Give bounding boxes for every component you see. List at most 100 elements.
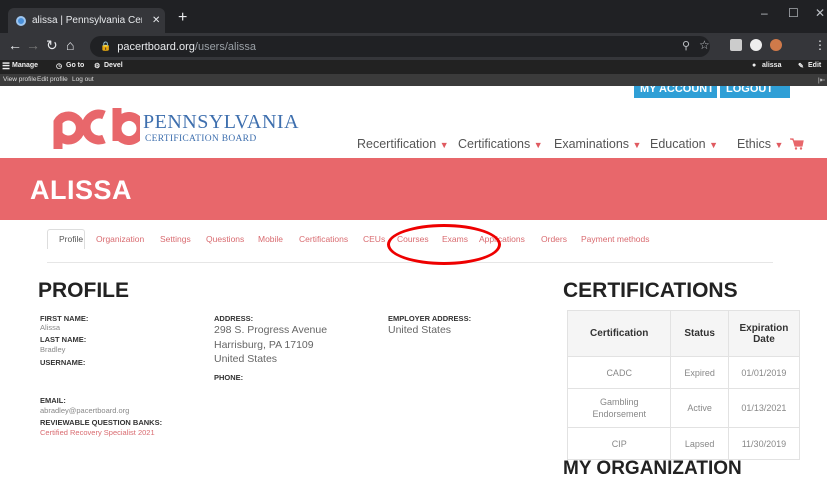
cert-status: Lapsed bbox=[670, 427, 729, 460]
address-label: ADDRESS: bbox=[214, 314, 254, 323]
browser-tab[interactable]: alissa | Pennsylvania Certification ✕ bbox=[8, 8, 165, 33]
username-label: USERNAME: bbox=[40, 358, 86, 367]
home-icon[interactable]: ⌂ bbox=[66, 37, 74, 53]
reload-icon[interactable]: ↻ bbox=[46, 37, 58, 54]
menu-kebab-icon[interactable]: ⋮ bbox=[814, 38, 826, 52]
address-bar[interactable]: 🔒 pacertboard.org/users/alissa bbox=[90, 36, 710, 57]
collapse-icon[interactable]: |⇤ bbox=[818, 76, 825, 84]
table-row: CIP Lapsed 11/30/2019 bbox=[566, 427, 801, 460]
caret-down-icon: ▼ bbox=[709, 140, 719, 150]
user-icon: ● bbox=[752, 62, 757, 69]
employer-address-label: EMPLOYER ADDRESS: bbox=[388, 314, 472, 323]
site-favicon-icon bbox=[16, 15, 26, 26]
column-header: Status bbox=[670, 310, 729, 357]
url-host: pacertboard.org bbox=[117, 40, 195, 53]
email-value: abradley@pacertboard.org bbox=[40, 406, 130, 415]
tab-mobile[interactable]: Mobile bbox=[258, 234, 283, 244]
pencil-icon: ✎ bbox=[798, 63, 804, 70]
admin-toolbar: ☰ Manage ◷ Go to ⚙ Devel ● alissa ✎ Edit bbox=[0, 60, 827, 74]
tab-certifications[interactable]: Certifications bbox=[299, 234, 348, 244]
tab-close-icon[interactable]: ✕ bbox=[152, 15, 160, 26]
admin-devel-link[interactable]: Devel bbox=[104, 62, 123, 69]
logo-name: PENNSYLVANIA bbox=[143, 111, 300, 133]
logo-subtitle: CERTIFICATION BOARD bbox=[145, 134, 257, 144]
admin-secondary-bar: View profile Edit profile Log out |⇤ bbox=[0, 74, 827, 86]
last-name-value: Bradley bbox=[40, 345, 66, 354]
tab-settings[interactable]: Settings bbox=[160, 234, 191, 244]
forward-icon[interactable]: → bbox=[26, 37, 40, 53]
cert-status: Expired bbox=[670, 356, 729, 389]
zoom-icon[interactable]: ⚲ bbox=[682, 39, 690, 52]
cert-name: Gambling Endorsement bbox=[566, 388, 672, 428]
goto-icon: ◷ bbox=[56, 63, 63, 70]
nav-recertification[interactable]: Recertification ▼ bbox=[357, 137, 449, 151]
logo-text: PENNSYLVANIA CERTIFICATION BOARD bbox=[143, 111, 300, 144]
admin-goto-link[interactable]: Go to bbox=[66, 62, 84, 69]
tab-orders[interactable]: Orders bbox=[541, 234, 567, 244]
phone-label: PHONE: bbox=[214, 373, 244, 382]
account-buttons: MY ACCOUNT LOGOUT bbox=[634, 86, 794, 98]
email-label: EMAIL: bbox=[40, 396, 66, 405]
last-name-label: LAST NAME: bbox=[40, 335, 87, 344]
first-name-value: Alissa bbox=[40, 323, 61, 332]
employer-address-value: United States bbox=[388, 324, 452, 336]
shopping-cart-icon[interactable] bbox=[790, 138, 804, 150]
tab-payment-methods[interactable]: Payment methods bbox=[581, 234, 650, 244]
back-icon[interactable]: ← bbox=[8, 37, 22, 53]
hamburger-icon[interactable]: ☰ bbox=[2, 61, 10, 72]
view-profile-link[interactable]: View profile bbox=[3, 76, 36, 83]
cert-date: 01/01/2019 bbox=[727, 356, 801, 389]
annotation-circle bbox=[387, 224, 501, 265]
table-row: CADC Expired 01/01/2019 bbox=[566, 356, 801, 389]
browser-tab-strip: alissa | Pennsylvania Certification ✕ + … bbox=[0, 0, 827, 33]
first-name-label: FIRST NAME: bbox=[40, 314, 89, 323]
nav-education[interactable]: Education ▼ bbox=[650, 137, 718, 151]
puzzle-icon[interactable] bbox=[750, 39, 762, 51]
browser-toolbar: ← → ↻ ⌂ 🔒 pacertboard.org/users/alissa ⚲… bbox=[0, 33, 827, 60]
cert-date: 01/13/2021 bbox=[727, 388, 801, 428]
nav-ethics[interactable]: Ethics ▼ bbox=[737, 137, 783, 151]
cert-date: 11/30/2019 bbox=[727, 427, 801, 460]
page-title: ALISSA bbox=[30, 175, 133, 205]
gear-icon: ⚙ bbox=[94, 63, 101, 70]
table-row: Gambling Endorsement Active 01/13/2021 bbox=[566, 388, 801, 428]
tab-title: alissa | Pennsylvania Certification bbox=[32, 15, 142, 26]
tab-ceus[interactable]: CEUs bbox=[363, 234, 385, 244]
nav-examinations[interactable]: Examinations ▼ bbox=[554, 137, 641, 151]
admin-edit-link[interactable]: Edit bbox=[808, 62, 821, 69]
my-organization-heading: MY ORGANIZATION bbox=[563, 458, 742, 479]
question-bank-link[interactable]: Certified Recovery Specialist 2021 bbox=[40, 428, 155, 437]
cert-name: CIP bbox=[566, 427, 672, 460]
url-path: /users/alissa bbox=[194, 40, 257, 53]
admin-manage-link[interactable]: Manage bbox=[12, 62, 38, 69]
tab-profile[interactable]: Profile bbox=[59, 234, 83, 244]
minimize-button[interactable]: – bbox=[761, 6, 768, 20]
tab-questions[interactable]: Questions bbox=[206, 234, 244, 244]
logout-button[interactable]: LOGOUT bbox=[720, 86, 790, 98]
extension-icon[interactable] bbox=[730, 39, 742, 51]
caret-down-icon: ▼ bbox=[632, 140, 642, 150]
my-account-button[interactable]: MY ACCOUNT bbox=[634, 86, 717, 98]
close-window-button[interactable]: ✕ bbox=[815, 6, 825, 20]
admin-user-link[interactable]: alissa bbox=[762, 62, 781, 69]
certifications-table: Certification Status Expiration Date CAD… bbox=[566, 310, 801, 460]
tab-organization[interactable]: Organization bbox=[96, 234, 144, 244]
lock-icon: 🔒 bbox=[100, 41, 112, 51]
cert-name: CADC bbox=[566, 356, 672, 389]
column-header: Expiration Date bbox=[727, 310, 801, 357]
edit-profile-link[interactable]: Edit profile bbox=[37, 76, 68, 83]
profile-avatar[interactable] bbox=[770, 39, 782, 51]
address-line-3: United States bbox=[214, 353, 278, 365]
address-line-1: 298 S. Progress Avenue bbox=[214, 324, 328, 336]
subnav-divider bbox=[47, 262, 773, 263]
new-tab-button[interactable]: + bbox=[178, 9, 187, 27]
column-header: Certification bbox=[566, 310, 672, 357]
bookmark-star-icon[interactable]: ☆ bbox=[699, 38, 710, 52]
log-out-link[interactable]: Log out bbox=[72, 76, 94, 83]
question-banks-label: REVIEWABLE QUESTION BANKS: bbox=[40, 418, 163, 427]
nav-certifications[interactable]: Certifications ▼ bbox=[458, 137, 543, 151]
caret-down-icon: ▼ bbox=[439, 140, 449, 150]
caret-down-icon: ▼ bbox=[533, 140, 543, 150]
maximize-button[interactable]: ☐ bbox=[788, 6, 799, 20]
pcb-logo[interactable] bbox=[48, 105, 140, 151]
